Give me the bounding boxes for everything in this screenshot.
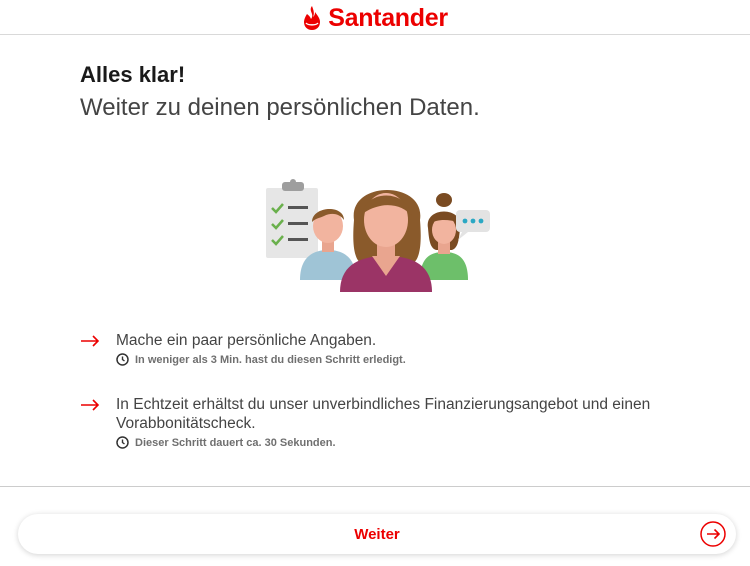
clock-icon [116, 436, 129, 449]
page-title: Alles klar! [80, 62, 186, 87]
footer-divider [0, 486, 750, 487]
step-note: In weniger als 3 Min. hast du diesen Sch… [116, 353, 676, 366]
woman-avatar-large [340, 190, 432, 292]
step-text: In Echtzeit erhältst du unser unverbindl… [116, 396, 651, 432]
continue-button-label: Weiter [354, 525, 400, 543]
clipboard-icon [266, 179, 318, 258]
circle-arrow-right-icon[interactable] [700, 521, 726, 547]
step-item-personal-data: Mache ein paar persönliche Angaben. In w… [80, 331, 676, 366]
continue-button[interactable]: Weiter [18, 514, 736, 554]
people-checklist-illustration [266, 179, 490, 292]
clock-icon [116, 353, 129, 366]
page: Santander Alles klar! Weiter zu deinen p… [0, 0, 750, 566]
page-subtitle: Weiter zu deinen persönlichen Daten. [80, 94, 480, 121]
flame-icon [304, 6, 321, 30]
step-note: Dieser Schritt dauert ca. 30 Sekunden. [116, 436, 676, 449]
step-note-text: Dieser Schritt dauert ca. 30 Sekunden. [135, 436, 336, 449]
arrow-right-icon [81, 335, 100, 347]
brand-name: Santander [328, 3, 448, 32]
header: Santander [0, 0, 750, 35]
santander-logo: Santander [302, 4, 448, 33]
step-text: Mache ein paar persönliche Angaben. [116, 332, 377, 349]
step-item-financing-offer: In Echtzeit erhältst du unser unverbindl… [80, 395, 676, 449]
step-note-text: In weniger als 3 Min. hast du diesen Sch… [135, 353, 406, 366]
arrow-right-icon [81, 399, 100, 411]
chat-bubble-icon [456, 210, 490, 240]
